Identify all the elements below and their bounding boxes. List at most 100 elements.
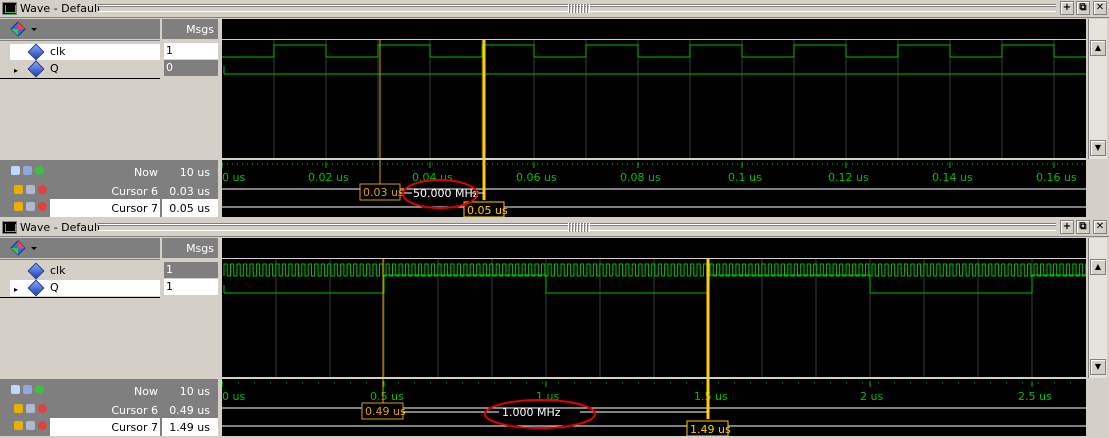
signal-row-q[interactable]: ▸ Q <box>10 60 160 78</box>
remove-cursor-icon[interactable] <box>38 202 47 211</box>
divider <box>0 297 160 298</box>
add-cursor-icon[interactable] <box>11 166 20 175</box>
cursor-list-icon[interactable] <box>23 385 32 394</box>
signal-value-clk: 1 <box>164 43 218 59</box>
grid-lines <box>273 40 1055 158</box>
vertical-scrollbar[interactable]: ▲ ▼ <box>1088 238 1107 378</box>
cursor-row-6[interactable]: Cursor 6 0.03 us <box>0 182 218 200</box>
wave-app-icon <box>2 221 17 234</box>
time-ruler[interactable]: 0 us 0.02 us 0.04 us 0.06 us 0.08 us 0.1… <box>222 160 1086 217</box>
frequency-label: 50.000 MHz <box>413 187 479 200</box>
signal-value-q: 0 <box>164 60 218 76</box>
signal-row-clk[interactable]: clk <box>10 43 160 61</box>
scroll-up-icon[interactable]: ▲ <box>1090 259 1106 275</box>
cursor-name: Cursor 7 <box>111 202 158 215</box>
lock-icon[interactable] <box>14 404 23 413</box>
title-bar[interactable]: Wave - Default + ⧉ ✕ <box>0 219 1109 237</box>
signal-diamond-icon <box>27 60 45 78</box>
cursor-value: 0.03 us <box>169 185 210 198</box>
wave-panel-top: Wave - Default + ⧉ ✕ Msgs clk ▸ Q 1 0 ▲ … <box>0 0 1109 219</box>
cursor-7-time-label: 0.05 us <box>467 204 508 217</box>
signal-name: clk <box>50 45 66 58</box>
tick-label: 0 us <box>222 390 245 403</box>
signal-diamond-icon <box>27 279 45 297</box>
tick-label: 0.1 us <box>728 171 762 184</box>
expand-icon[interactable]: ▸ <box>14 285 18 294</box>
corner-stub <box>1088 160 1107 217</box>
time-ruler[interactable]: 0 us 0.5 us 1 us 1.5 us 2 us 2.5 us 0.49… <box>222 379 1086 436</box>
now-row: Now 10 us <box>0 163 218 181</box>
add-cursor-icon[interactable] <box>11 385 20 394</box>
waveform-area[interactable] <box>222 259 1086 377</box>
waveform-area[interactable] <box>222 40 1086 158</box>
drag-grip[interactable] <box>568 223 590 232</box>
corner-stub <box>1088 379 1107 436</box>
wave-toolbar-icon[interactable] <box>10 240 26 256</box>
close-button-icon[interactable]: ✕ <box>1093 1 1107 15</box>
signal-row-clk[interactable]: clk <box>10 262 160 280</box>
tick-label: 0.14 us <box>932 171 973 184</box>
ruler-ticks <box>222 381 1086 387</box>
ruler-labels: 0 us 0.5 us 1 us 1.5 us 2 us 2.5 us <box>222 390 1052 403</box>
restore-button-icon[interactable]: ⧉ <box>1076 220 1090 234</box>
signal-value-q: 1 <box>164 279 218 295</box>
signal-name: clk <box>50 264 66 277</box>
now-label: Now <box>134 385 158 398</box>
ruler-ticks <box>222 162 1086 168</box>
close-button-icon[interactable]: ✕ <box>1093 220 1107 234</box>
restore-button-icon[interactable]: ⧉ <box>1076 1 1090 15</box>
title-bar[interactable]: Wave - Default + ⧉ ✕ <box>0 0 1109 18</box>
remove-cursor-icon[interactable] <box>38 404 47 413</box>
wrench-icon[interactable] <box>26 421 35 430</box>
tick-label: 1.5 us <box>694 390 728 403</box>
signal-values-pane: 1 0 <box>160 40 218 158</box>
plus-button-icon[interactable]: + <box>1060 220 1074 234</box>
drag-grip[interactable] <box>568 4 590 13</box>
cursor-row-7[interactable]: Cursor 7 1.49 us <box>0 418 218 436</box>
signal-diamond-icon <box>27 43 45 61</box>
chevron-down-icon[interactable] <box>31 28 37 31</box>
signal-toolbar <box>0 238 160 258</box>
msgs-header: Msgs <box>162 19 218 39</box>
wrench-icon[interactable] <box>26 185 35 194</box>
cursor-list-icon[interactable] <box>23 166 32 175</box>
window-title: Wave - Default <box>20 221 102 234</box>
lock-icon[interactable] <box>14 202 23 211</box>
signal-name: Q <box>50 281 59 294</box>
expand-icon[interactable]: ▸ <box>14 66 18 75</box>
cursor-6-time-label: 0.03 us <box>363 186 404 199</box>
plus-button-icon[interactable]: + <box>1060 1 1074 15</box>
wrench-icon[interactable] <box>26 202 35 211</box>
vertical-scrollbar[interactable]: ▲ ▼ <box>1088 19 1107 159</box>
q-waveform <box>224 274 1086 294</box>
cursor-value: 1.49 us <box>169 421 210 434</box>
scroll-down-icon[interactable]: ▼ <box>1090 359 1106 375</box>
signal-names-pane: clk ▸ Q <box>0 40 160 158</box>
cursor-name: Cursor 6 <box>111 185 158 198</box>
signal-name: Q <box>50 62 59 75</box>
remove-cursor-icon[interactable] <box>38 185 47 194</box>
lock-icon[interactable] <box>14 421 23 430</box>
scroll-down-icon[interactable]: ▼ <box>1090 140 1106 156</box>
cursor-row-7[interactable]: Cursor 7 0.05 us <box>0 199 218 217</box>
frequency-label: 1.000 MHz <box>502 406 561 419</box>
now-value: 10 us <box>179 166 210 179</box>
lock-icon[interactable] <box>14 185 23 194</box>
signal-toolbar <box>0 19 160 39</box>
tick-label: 0 us <box>222 171 245 184</box>
add-icon[interactable] <box>35 166 44 175</box>
remove-cursor-icon[interactable] <box>38 421 47 430</box>
add-icon[interactable] <box>35 385 44 394</box>
ruler-labels: 0 us 0.02 us 0.04 us 0.06 us 0.08 us 0.1… <box>222 171 1077 184</box>
tick-label: 0.16 us <box>1036 171 1077 184</box>
wrench-icon[interactable] <box>26 404 35 413</box>
now-label: Now <box>134 166 158 179</box>
tick-label: 0.12 us <box>828 171 869 184</box>
cursor-value: 0.05 us <box>169 202 210 215</box>
chevron-down-icon[interactable] <box>31 247 37 250</box>
scroll-up-icon[interactable]: ▲ <box>1090 40 1106 56</box>
signal-row-q[interactable]: ▸ Q <box>10 279 160 297</box>
cursor-row-6[interactable]: Cursor 6 0.49 us <box>0 401 218 419</box>
grid-lines <box>275 259 1033 377</box>
wave-toolbar-icon[interactable] <box>10 21 26 37</box>
